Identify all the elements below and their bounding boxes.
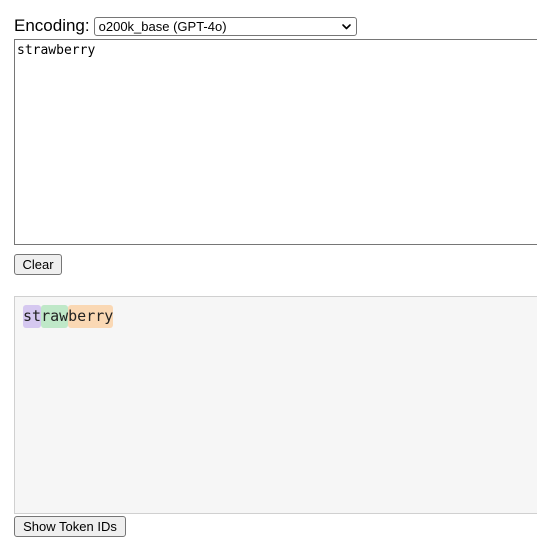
token-output: st raw berry (14, 296, 537, 514)
text-input[interactable]: strawberry (14, 39, 537, 245)
encoding-label: Encoding: (14, 16, 90, 35)
show-token-ids-button[interactable]: Show Token IDs (14, 516, 126, 537)
encoding-select[interactable]: o200k_base (GPT-4o) (93, 16, 357, 36)
encoding-row: Encoding: o200k_base (GPT-4o) (14, 16, 357, 36)
token-chip: raw (41, 305, 69, 328)
clear-button[interactable]: Clear (14, 254, 62, 275)
token-list: st raw berry (23, 305, 537, 328)
token-chip: st (23, 305, 42, 328)
encoding-selected-value: o200k_base (GPT-4o) (98, 18, 227, 34)
chevron-down-icon (341, 23, 351, 29)
token-chip: berry (68, 305, 114, 328)
